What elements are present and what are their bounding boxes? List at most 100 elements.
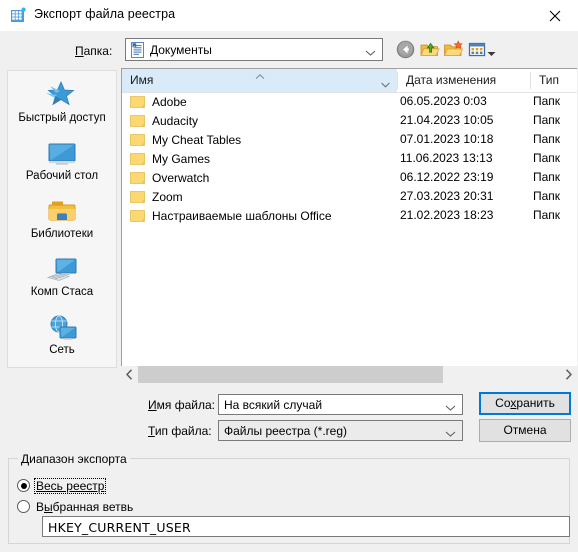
- radio-indicator[interactable]: [17, 500, 30, 513]
- file-date: 06.12.2022 23:19: [400, 170, 494, 184]
- view-menu-chevron-icon[interactable]: [487, 46, 496, 56]
- window-title: Экспорт файла реестра: [34, 7, 176, 21]
- up-one-level-button[interactable]: [419, 39, 440, 60]
- scroll-left-arrow-icon[interactable]: [121, 366, 138, 383]
- radio-label-after: бранная ветвь: [52, 499, 134, 514]
- desktop-monitor-icon: [8, 135, 116, 168]
- radio-indicator[interactable]: [17, 479, 30, 492]
- sidebar-item-libraries[interactable]: Библиотеки: [8, 193, 116, 249]
- file-type: Папк: [533, 170, 561, 184]
- table-row[interactable]: Overwatch 06.12.2022 23:19 Папк: [122, 168, 577, 187]
- export-range-title-accel: Д: [21, 452, 30, 466]
- file-date: 11.06.2023 13:13: [400, 151, 493, 165]
- scrollbar-thumb[interactable]: [138, 366, 443, 383]
- file-name: My Games: [152, 151, 211, 166]
- folder-label-rest: апка:: [83, 44, 113, 58]
- folder-icon: [130, 95, 146, 109]
- chevron-down-icon[interactable]: [381, 77, 390, 88]
- file-name-cell: My Cheat Tables: [130, 131, 241, 148]
- table-row[interactable]: Zoom 27.03.2023 20:31 Папк: [122, 187, 577, 206]
- folder-icon: [130, 190, 146, 204]
- table-row[interactable]: My Cheat Tables 07.01.2023 10:18 Папк: [122, 130, 577, 149]
- back-button[interactable]: [395, 39, 416, 60]
- save-button-label-after: ранить: [516, 396, 555, 410]
- cancel-button[interactable]: Отмена: [479, 419, 571, 442]
- scroll-right-arrow-icon[interactable]: [560, 366, 577, 383]
- file-type: Папк: [533, 94, 561, 108]
- file-list-header: Имя Дата изменения Тип: [122, 69, 577, 93]
- branch-path-input[interactable]: HKEY_CURRENT_USER: [42, 516, 570, 537]
- sidebar-item-quick-access[interactable]: Быстрый доступ: [8, 77, 116, 133]
- table-row[interactable]: Audacity 21.04.2023 10:05 Папк: [122, 111, 577, 130]
- file-name: Audacity: [152, 113, 199, 128]
- chevron-down-icon[interactable]: [445, 427, 456, 437]
- file-name: Overwatch: [152, 170, 210, 185]
- sidebar-item-desktop[interactable]: Рабочий стол: [8, 135, 116, 191]
- radio-label-accel: ы: [44, 499, 53, 514]
- file-name-label: Имя файла:: [148, 398, 215, 412]
- radio-label: Весь реестр: [33, 477, 107, 494]
- file-name-cell: Adobe: [130, 93, 187, 110]
- file-date: 06.05.2023 0:03: [400, 94, 487, 108]
- file-name-cell: Audacity: [130, 112, 198, 129]
- horizontal-scrollbar[interactable]: [121, 366, 577, 383]
- radio-export-all-registry[interactable]: Весь реестр: [17, 477, 107, 494]
- file-name-cell: Zoom: [130, 188, 183, 205]
- file-name: My Cheat Tables: [152, 132, 242, 147]
- new-folder-button[interactable]: [443, 39, 464, 60]
- file-type-label-accel: Т: [148, 424, 155, 438]
- view-menu-button[interactable]: [467, 39, 488, 60]
- file-name-input[interactable]: На всякий случай: [218, 394, 463, 415]
- file-date: 07.01.2023 10:18: [400, 132, 494, 146]
- file-name-label-rest: мя файла:: [156, 398, 215, 412]
- sidebar-item-this-pc[interactable]: Комп Стаса: [8, 251, 116, 307]
- folder-icon: [130, 114, 146, 128]
- column-header-type[interactable]: Тип: [531, 69, 577, 92]
- scrollbar-track[interactable]: [138, 366, 560, 383]
- column-header-label: Дата изменения: [406, 73, 497, 87]
- save-button[interactable]: Сохранить: [479, 392, 571, 415]
- file-name-cell: My Games: [130, 150, 210, 167]
- file-list-view[interactable]: Имя Дата изменения Тип Adobe 06.05.2023 …: [121, 68, 577, 373]
- sidebar-item-network[interactable]: Сеть: [8, 309, 116, 365]
- table-row[interactable]: Настраиваемые шаблоны Office 21.02.2023 …: [122, 206, 577, 225]
- save-button-label-before: Со: [495, 396, 511, 410]
- libraries-folder-icon: [8, 193, 116, 226]
- file-type-value: Файлы реестра (*.reg): [224, 424, 347, 438]
- table-row[interactable]: My Games 11.06.2023 13:13 Папк: [122, 149, 577, 168]
- column-header-name[interactable]: Имя: [122, 69, 397, 92]
- folder-icon: [130, 209, 146, 223]
- sidebar-item-label: Рабочий стол: [25, 170, 99, 182]
- file-name-label-accel: И: [148, 398, 157, 412]
- file-name: Adobe: [152, 94, 187, 109]
- file-name: Zoom: [152, 189, 183, 204]
- file-type-dropdown[interactable]: Файлы реестра (*.reg): [218, 420, 463, 441]
- sort-ascending-icon: [255, 69, 265, 79]
- table-row[interactable]: Adobe 06.05.2023 0:03 Папк: [122, 92, 577, 111]
- this-pc-icon: [8, 251, 116, 284]
- folder-label: Папка:: [75, 44, 112, 58]
- sidebar-item-label: Комп Стаса: [30, 286, 94, 298]
- radio-label-text: Весь реестр: [36, 478, 105, 493]
- radio-export-selected-branch[interactable]: Выбранная ветвь: [17, 498, 134, 515]
- documents-folder-icon: [130, 42, 145, 58]
- title-bar: Экспорт файла реестра: [0, 0, 578, 32]
- export-range-title-rest: иапазон экспорта: [29, 452, 127, 466]
- file-type: Папк: [533, 208, 561, 222]
- column-header-label: Имя: [130, 73, 154, 87]
- chevron-down-icon: [365, 46, 376, 56]
- sidebar-item-label: Библиотеки: [30, 228, 94, 240]
- column-header-date-modified[interactable]: Дата изменения: [398, 69, 530, 92]
- chevron-down-icon[interactable]: [445, 401, 456, 411]
- file-date: 27.03.2023 20:31: [400, 189, 494, 203]
- close-button[interactable]: [532, 0, 578, 31]
- file-name: Настраиваемые шаблоны Office: [152, 208, 332, 223]
- folder-icon: [130, 171, 146, 185]
- file-list-rows: Adobe 06.05.2023 0:03 Папк Audacity 21.0…: [122, 92, 577, 225]
- file-type: Папк: [533, 132, 561, 146]
- file-type: Папк: [533, 113, 561, 127]
- export-range-group-title: Диапазон экспорта: [18, 452, 130, 466]
- places-sidebar: Быстрый доступ Рабочий стол Библиотеки К…: [7, 70, 117, 368]
- file-name-value: На всякий случай: [224, 398, 323, 412]
- folder-dropdown[interactable]: Документы: [125, 38, 383, 61]
